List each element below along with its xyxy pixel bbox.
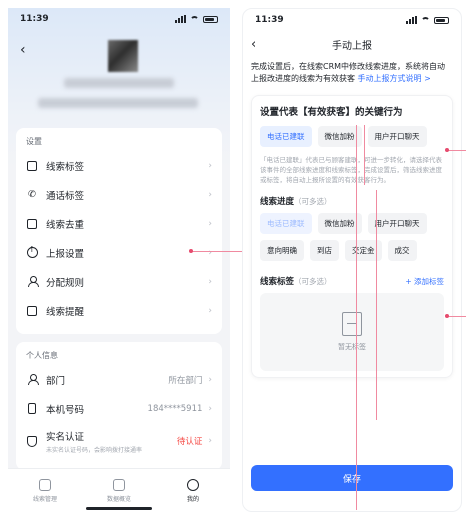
- chevron-right-icon: ›: [208, 218, 212, 229]
- shield-check-icon: [26, 435, 38, 447]
- status-time: 11:39: [20, 14, 49, 24]
- personal-item-realname[interactable]: 实名认证 未实名认证号码，会影响拨打接通率 待认证 ›: [16, 423, 222, 459]
- empty-tags-placeholder: 暂无标签: [260, 293, 444, 371]
- key-action-phone-connected[interactable]: 电话已建联: [260, 126, 312, 147]
- annotation-dot: [445, 148, 449, 152]
- settings-item-reminders[interactable]: 线索提醒 ›: [16, 296, 222, 325]
- page-title: 手动上报: [332, 40, 372, 52]
- wifi-icon: [190, 15, 199, 23]
- panel-title: 设置代表【有效获客】的关键行为: [260, 107, 403, 118]
- key-action-wechat-follow[interactable]: 微信加粉: [317, 126, 362, 147]
- settings-item-call-tags[interactable]: ✆ 通话标签 ›: [16, 180, 222, 209]
- upload-icon: [26, 245, 38, 259]
- save-button[interactable]: 保存: [251, 465, 453, 491]
- status-bar: 11:39: [8, 8, 230, 30]
- annotation-line: [447, 150, 466, 151]
- chart-doc-icon: [113, 478, 125, 491]
- battery-icon: [434, 16, 449, 24]
- report-settings-panel: 设置代表【有效获客】的关键行为 电话已建联 微信加粉 用户开口聊天 「电话已建联…: [251, 95, 453, 378]
- annotation-dot: [189, 249, 193, 253]
- chevron-right-icon: ›: [208, 247, 212, 258]
- chevron-right-icon: ›: [208, 305, 212, 316]
- blurred-account-info: [38, 98, 198, 108]
- progress-option[interactable]: 成交: [387, 240, 417, 261]
- phone-value: 184****5911: [147, 403, 203, 414]
- user-icon: [26, 374, 39, 386]
- settings-card: 设置 线索标签 › ✆ 通话标签 › 线索去重 › 上报设置 › 分配规则 ›: [16, 128, 222, 334]
- wifi-icon: [421, 16, 430, 24]
- progress-option[interactable]: 微信加粉: [317, 213, 362, 234]
- empty-document-icon: [342, 312, 362, 336]
- progress-title: 线索进度（可多选）: [260, 197, 332, 207]
- annotation-line: [376, 190, 377, 420]
- help-link[interactable]: 手动上报方式说明 >: [358, 74, 431, 83]
- department-value: 所在部门: [168, 375, 203, 386]
- tab-data-overview[interactable]: 数据概览: [82, 469, 156, 512]
- annotation-line: [356, 125, 357, 510]
- tag-doc-icon: [26, 160, 38, 172]
- signal-icon: [175, 15, 186, 23]
- smile-icon: [187, 478, 199, 491]
- reminder-icon: [26, 305, 38, 317]
- home-indicator: [86, 507, 152, 510]
- back-icon[interactable]: ‹: [251, 37, 256, 52]
- status-time: 11:39: [255, 15, 284, 25]
- right-screen: 11:39 ‹ 手动上报 完成设置后，在线索CRM中修改线索进度，系统将自动上报…: [242, 8, 462, 512]
- settings-item-assign-rules[interactable]: 分配规则 ›: [16, 267, 222, 296]
- progress-option[interactable]: 到店: [310, 240, 339, 261]
- signal-icon: [406, 16, 417, 24]
- chevron-right-icon: ›: [208, 436, 212, 446]
- realname-status: 待认证: [176, 437, 203, 447]
- back-icon[interactable]: ‹: [20, 42, 26, 58]
- nav-bar: ‹ 手动上报: [243, 31, 461, 57]
- tag-header: 线索标签（可多选） + 添加标签: [260, 276, 444, 288]
- annotation-line: [364, 125, 365, 185]
- chevron-right-icon: ›: [208, 160, 212, 171]
- dedupe-icon: [26, 218, 38, 230]
- progress-options: 电话已建联 微信加粉 用户开口聊天 意向明确 到店 交定金 成交: [260, 213, 444, 261]
- key-action-hint: 「电话已建联」代表已与顾客建联，可进一步转化，请选择代表该事件的全部线索进度和线…: [260, 156, 442, 184]
- avatar: [108, 40, 138, 72]
- link-icon: [39, 478, 51, 491]
- key-action-options: 电话已建联 微信加粉 用户开口聊天: [260, 126, 444, 147]
- annotation-line: [447, 316, 466, 317]
- add-tag-button[interactable]: + 添加标签: [405, 276, 444, 287]
- left-screen: 11:39 ‹ 设置 线索标签 › ✆ 通话标签 › 线索去重 › 上报设置: [8, 8, 230, 512]
- phone-call-icon: ✆: [28, 189, 36, 200]
- personal-item-phone[interactable]: 本机号码 184****5911 ›: [16, 394, 222, 423]
- bottom-tab-bar: 线索管理 数据概览 我的: [8, 468, 230, 512]
- personal-section-title: 个人信息: [26, 351, 58, 360]
- settings-section-title: 设置: [26, 137, 42, 146]
- annotation-dot: [445, 314, 449, 318]
- blurred-username: [64, 78, 174, 88]
- personal-info-card: 个人信息 部门 所在部门 › 本机号码 184****5911 › 实名认证 未…: [16, 342, 222, 470]
- notice-text: 完成设置后，在线索CRM中修改线索进度，系统将自动上报改进度的线索为有效获客 手…: [251, 62, 446, 83]
- realname-subtext: 未实名认证号码，会影响拨打接通率: [46, 446, 143, 454]
- battery-icon: [203, 15, 218, 23]
- status-bar: 11:39: [243, 9, 461, 31]
- chevron-right-icon: ›: [208, 374, 212, 385]
- chevron-right-icon: ›: [208, 189, 212, 200]
- settings-item-dedupe[interactable]: 线索去重 ›: [16, 209, 222, 238]
- personal-item-department[interactable]: 部门 所在部门 ›: [16, 365, 222, 394]
- key-action-user-chat[interactable]: 用户开口聊天: [367, 126, 427, 147]
- tab-lead-management[interactable]: 线索管理: [8, 469, 82, 512]
- progress-option: 电话已建联: [260, 213, 312, 234]
- progress-option[interactable]: 意向明确: [260, 240, 304, 261]
- settings-item-lead-tags[interactable]: 线索标签 ›: [16, 151, 222, 180]
- tab-mine[interactable]: 我的: [156, 469, 230, 512]
- chevron-right-icon: ›: [208, 403, 212, 414]
- chevron-right-icon: ›: [208, 276, 212, 287]
- assign-user-icon: [26, 276, 39, 288]
- mobile-phone-icon: [26, 403, 38, 415]
- annotation-line: [192, 251, 242, 252]
